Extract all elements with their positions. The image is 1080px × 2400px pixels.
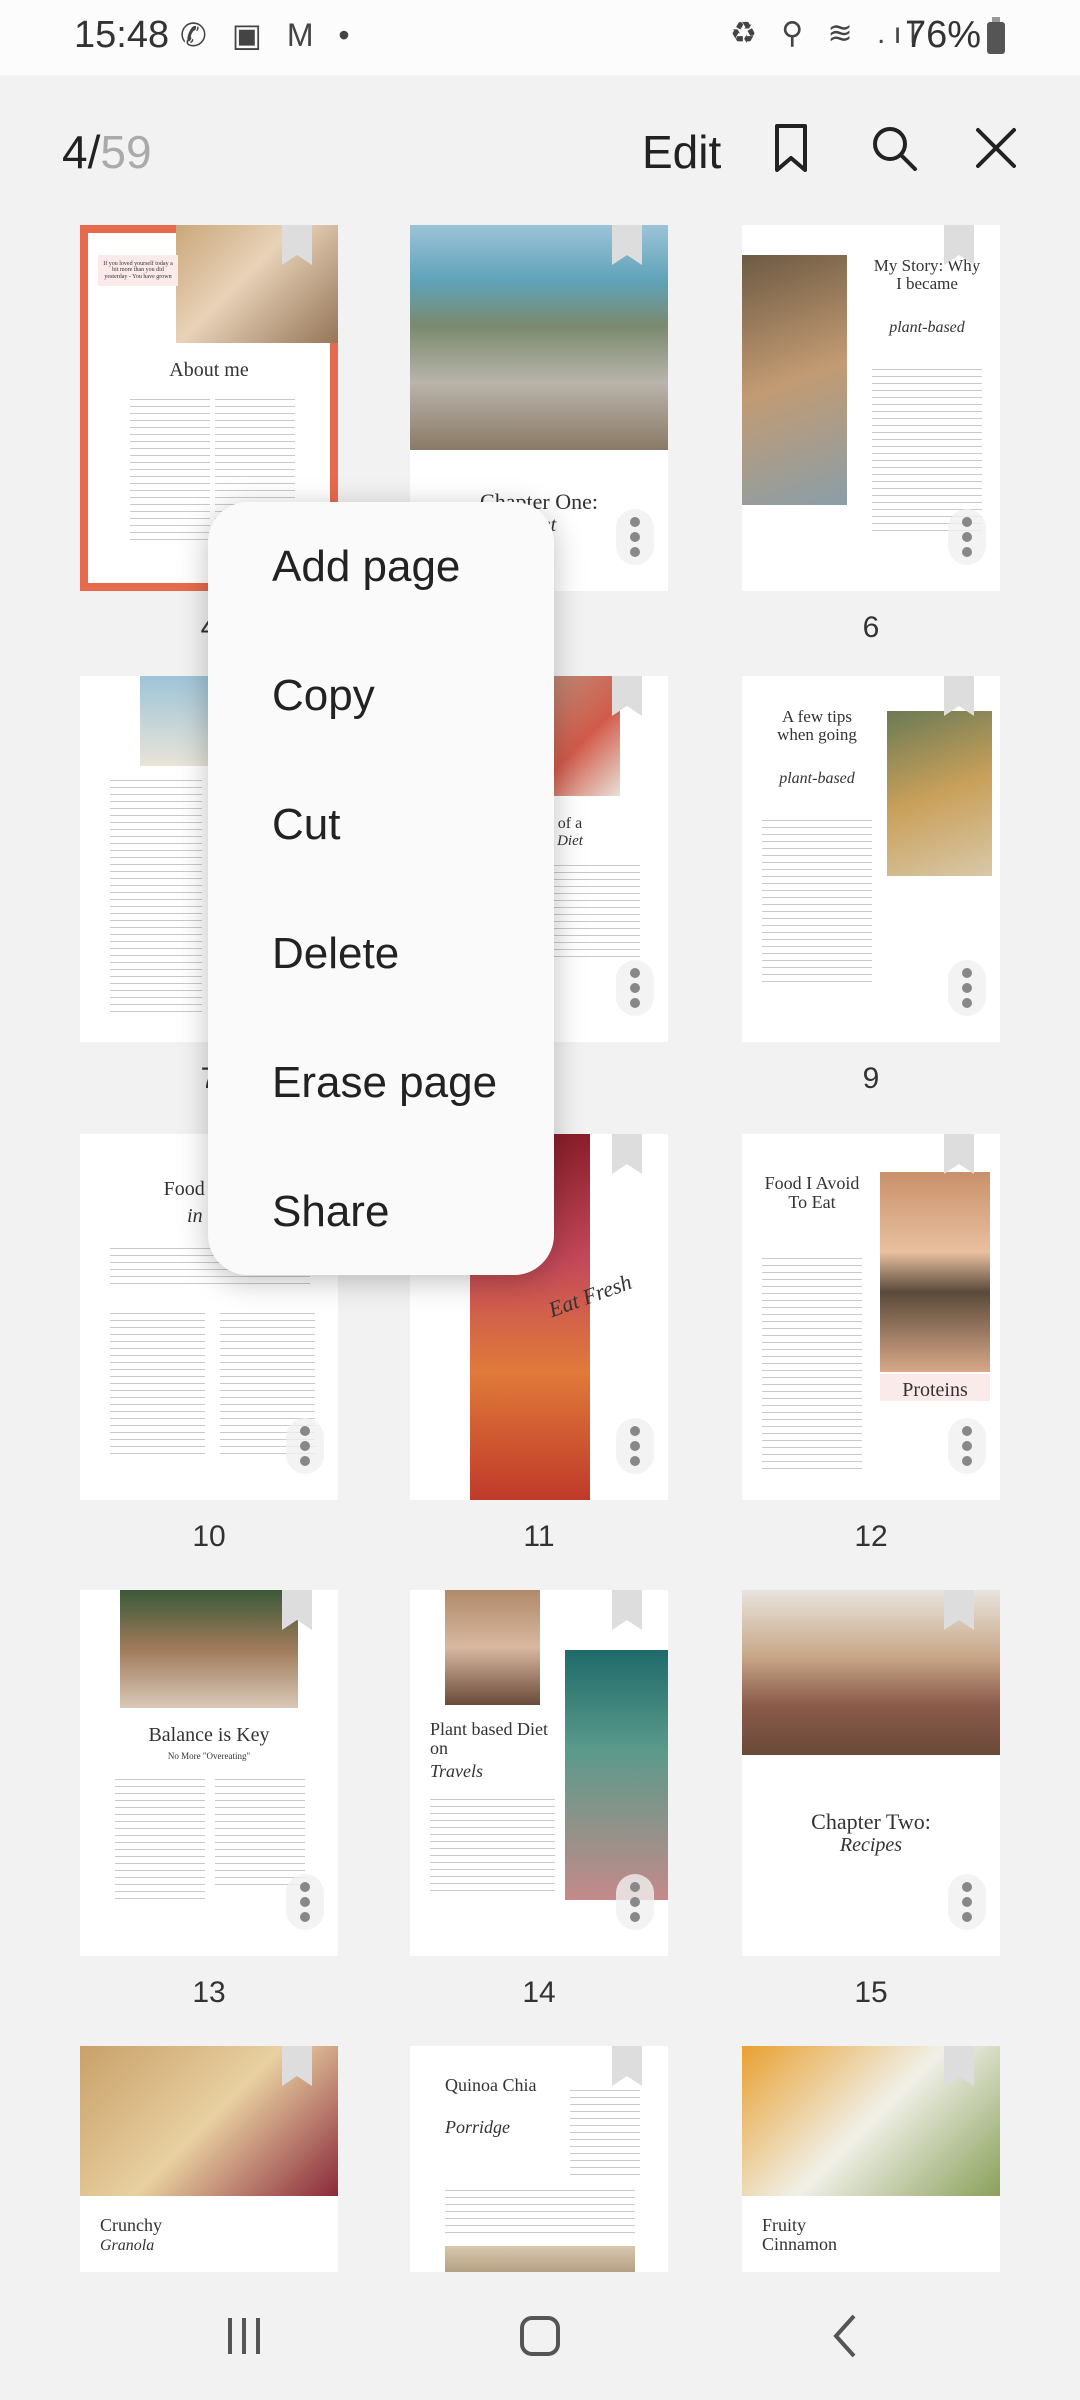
more-options-icon[interactable] — [616, 1874, 654, 1930]
more-options-icon[interactable] — [948, 509, 986, 565]
menu-item-share[interactable]: Share — [208, 1179, 554, 1308]
more-options-icon[interactable] — [948, 960, 986, 1016]
page-title: A few tips when going — [777, 707, 857, 744]
page-number-label: 11 — [523, 1520, 555, 1553]
page-subtitle: plant-based — [889, 319, 965, 336]
page-photo — [742, 255, 847, 505]
more-options-icon[interactable] — [616, 960, 654, 1016]
page-subtitle: Porridge — [445, 2117, 510, 2137]
body-text — [215, 1775, 305, 1885]
page-subtitle: No More "Overeating" — [167, 1751, 251, 1761]
page-thumbnail[interactable]: My Story: Why I became plant-based — [742, 225, 1000, 591]
page-number-label: 13 — [192, 1976, 226, 2009]
page-photo — [445, 1590, 540, 1705]
edit-button[interactable]: Edit — [642, 125, 721, 179]
page-photo — [880, 1172, 990, 1372]
battery-percent: 76% — [905, 14, 982, 56]
more-options-icon[interactable] — [616, 1418, 654, 1474]
bookmark-tab-icon — [612, 2046, 642, 2086]
page-thumbnail[interactable]: Crunchy Granola — [80, 2046, 338, 2272]
page-title: Balance is Key — [148, 1724, 270, 1746]
search-icon[interactable] — [866, 120, 922, 176]
menu-item-delete[interactable]: Delete — [208, 921, 554, 1050]
page-title: Chapter Two: — [811, 1809, 931, 1834]
menu-item-erase-page[interactable]: Erase page — [208, 1050, 554, 1179]
menu-item-cut[interactable]: Cut — [208, 792, 554, 921]
page-title: Food I Avoid To Eat — [764, 1173, 860, 1212]
more-options-icon[interactable] — [286, 1874, 324, 1930]
status-bar: 15:48 ✆ ▣ M • ♻ ⚲ ≋ .ıl 76% — [0, 0, 1080, 75]
clock: 15:48 — [74, 14, 170, 56]
more-options-icon[interactable] — [616, 509, 654, 565]
page-title: Crunchy — [100, 2215, 162, 2235]
page-subtitle: Granola — [100, 2237, 155, 2254]
body-text — [570, 2086, 640, 2176]
more-options-icon[interactable] — [948, 1874, 986, 1930]
body-text — [130, 395, 210, 545]
page-title: Fruity Cinnamon — [762, 2215, 837, 2254]
navigation-bar — [0, 2272, 1080, 2400]
bookmark-tab-icon — [612, 1134, 642, 1174]
body-text — [445, 2186, 635, 2236]
page-number-label: 6 — [862, 611, 880, 644]
bookmark-tab-icon — [944, 676, 974, 716]
page-number-label: 10 — [192, 1520, 226, 1553]
page-subtitle: plant-based — [779, 770, 855, 787]
page-subtitle: Proteins — [880, 1374, 990, 1401]
page-subtitle: Travels — [430, 1761, 484, 1781]
system-icons: ♻ ⚲ ≋ .ıl — [730, 17, 925, 50]
bookmark-tab-icon — [612, 676, 642, 716]
home-icon[interactable] — [516, 2312, 564, 2360]
recent-apps-icon[interactable] — [220, 2312, 268, 2360]
page-title: My Story: Why I became — [873, 256, 981, 293]
page-title: About me — [169, 359, 249, 381]
more-options-icon[interactable] — [948, 1418, 986, 1474]
back-icon[interactable] — [822, 2312, 870, 2360]
page-thumbnail[interactable]: Chapter Two: Recipes — [742, 1590, 1000, 1956]
page-subtitle: Recipes — [839, 1834, 903, 1856]
page-thumbnail[interactable]: Quinoa Chia Porridge — [410, 2046, 668, 2272]
battery-icon — [987, 17, 1005, 54]
body-text — [430, 1795, 555, 1895]
bookmark-tab-icon — [612, 1590, 642, 1630]
page-thumbnail[interactable]: A few tips when going plant-based — [742, 676, 1000, 1042]
page-counter: 4/59 — [62, 125, 152, 179]
bookmark-icon[interactable] — [763, 120, 819, 176]
page-title: Plant based Diet on — [430, 1719, 548, 1758]
page-photo — [887, 711, 992, 876]
total-pages: 59 — [100, 126, 152, 178]
context-menu: Add page Copy Cut Delete Erase page Shar… — [208, 502, 554, 1275]
notification-icons: ✆ ▣ M • — [180, 17, 358, 53]
close-icon[interactable] — [968, 120, 1024, 176]
menu-item-add-page[interactable]: Add page — [208, 534, 554, 663]
more-options-icon[interactable] — [286, 1418, 324, 1474]
page-thumbnail[interactable]: Balance is Key No More "Overeating" — [80, 1590, 338, 1956]
body-text — [115, 1775, 205, 1905]
page-number-label: 14 — [522, 1976, 556, 2009]
toolbar: 4/59 Edit — [0, 75, 1080, 225]
page-title: Quinoa Chia — [445, 2075, 537, 2095]
quote-box: If you loved yourself today a bit more t… — [98, 255, 178, 286]
page-photo — [176, 225, 338, 343]
body-text — [762, 816, 872, 986]
page-photo — [120, 1590, 298, 1708]
page-thumbnail[interactable]: Food I Avoid To Eat Proteins — [742, 1134, 1000, 1500]
body-text — [110, 1309, 205, 1459]
body-text — [762, 1254, 862, 1474]
page-photo — [445, 2246, 635, 2272]
page-number-label: 9 — [862, 1062, 880, 1095]
current-page: 4 — [62, 126, 88, 178]
page-thumbnail[interactable]: Plant based Diet on Travels — [410, 1590, 668, 1956]
body-text — [110, 776, 202, 1016]
page-number-label: 15 — [854, 1976, 888, 2009]
bookmark-tab-icon — [944, 1134, 974, 1174]
page-number-label: 12 — [854, 1520, 888, 1553]
page-thumbnail[interactable]: Fruity Cinnamon — [742, 2046, 1000, 2272]
page-photo — [565, 1650, 668, 1900]
page-photo — [410, 225, 668, 450]
page-separator: / — [87, 126, 101, 178]
menu-item-copy[interactable]: Copy — [208, 663, 554, 792]
